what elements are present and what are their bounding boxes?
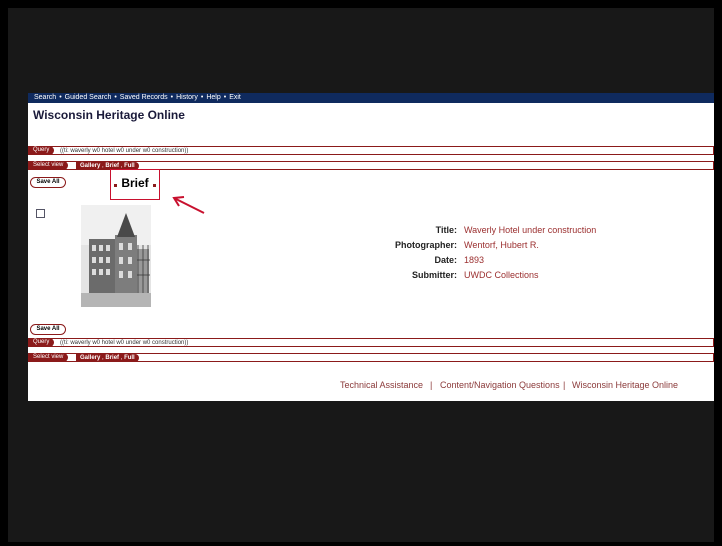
record-thumbnail[interactable] xyxy=(81,205,151,307)
query-label: Query xyxy=(28,338,55,347)
red-arrow-icon xyxy=(172,196,205,214)
field-value-date: 1893 xyxy=(464,255,485,265)
footer-technical-assistance[interactable]: Technical Assistance xyxy=(340,380,423,390)
view-link-brief[interactable]: Brief xyxy=(105,355,119,361)
save-all-button[interactable]: Save All xyxy=(30,177,66,188)
field-label: Submitter: xyxy=(412,270,457,280)
building-photo-icon xyxy=(81,205,151,307)
field-value-photographer[interactable]: Wentorf, Hubert R. xyxy=(464,240,539,250)
view-link-gallery[interactable]: Gallery xyxy=(80,163,100,169)
footer-wisconsin-heritage[interactable]: Wisconsin Heritage Online xyxy=(572,380,678,390)
query-label: Query xyxy=(28,146,55,155)
query-text: ((ti: waverly w0 hotel w0 under w0 const… xyxy=(60,340,189,346)
highlight-label: Brief xyxy=(121,176,149,190)
field-value-submitter[interactable]: UWDC Collections xyxy=(464,270,539,280)
view-link-gallery[interactable]: Gallery xyxy=(80,355,100,361)
field-label: Photographer: xyxy=(395,240,457,250)
field-label: Title: xyxy=(435,225,457,235)
footer-content-navigation[interactable]: Content/Navigation Questions xyxy=(440,380,560,390)
nav-separator: • xyxy=(114,94,117,101)
select-view-bar-bottom: Select view Gallery , Brief , Full xyxy=(28,353,714,362)
nav-separator: • xyxy=(223,94,227,101)
record-metadata: Title: Waverly Hotel under construction … xyxy=(328,225,708,285)
site-title: Wisconsin Heritage Online xyxy=(33,108,185,122)
nav-separator: • xyxy=(59,94,62,101)
query-text: ((ti: waverly w0 hotel w0 under w0 const… xyxy=(60,148,189,154)
select-view-label: Select view xyxy=(28,353,69,362)
nav-separator: • xyxy=(200,94,204,101)
field-row-date: Date: 1893 xyxy=(328,255,708,270)
field-label: Date: xyxy=(434,255,457,265)
field-row-photographer: Photographer: Wentorf, Hubert R. xyxy=(328,240,708,255)
browser-screenshot: Search • Guided Search • Saved Records • Histo… xyxy=(28,93,714,401)
query-bar: Query ((ti: waverly w0 hotel w0 under w0… xyxy=(28,146,714,155)
view-link-full[interactable]: Full xyxy=(124,355,135,361)
top-nav-bar: Search • Guided Search • Saved Records • Histo… xyxy=(28,93,714,103)
brief-highlight-box: Brief xyxy=(110,169,160,200)
save-all-button-bottom[interactable]: Save All xyxy=(30,324,66,335)
query-bar-bottom: Query ((ti: waverly w0 hotel w0 under w0… xyxy=(28,338,714,347)
footer-separator: | xyxy=(563,380,566,390)
select-view-label: Select view xyxy=(28,161,69,170)
nav-exit[interactable]: Exit xyxy=(229,93,241,103)
view-links: Gallery , Brief , Full xyxy=(76,354,139,362)
nav-help[interactable]: Help xyxy=(206,93,220,103)
field-row-title: Title: Waverly Hotel under construction xyxy=(328,225,708,240)
field-value-title[interactable]: Waverly Hotel under construction xyxy=(464,225,596,235)
nav-saved-records[interactable]: Saved Records xyxy=(120,93,168,103)
nav-guided-search[interactable]: Guided Search xyxy=(65,93,112,103)
nav-history[interactable]: History xyxy=(176,93,198,103)
field-row-submitter: Submitter: UWDC Collections xyxy=(328,270,708,285)
nav-separator: • xyxy=(170,94,174,101)
record-select-checkbox[interactable] xyxy=(36,209,45,218)
nav-search[interactable]: Search xyxy=(28,93,56,103)
footer-separator: | xyxy=(430,380,433,390)
